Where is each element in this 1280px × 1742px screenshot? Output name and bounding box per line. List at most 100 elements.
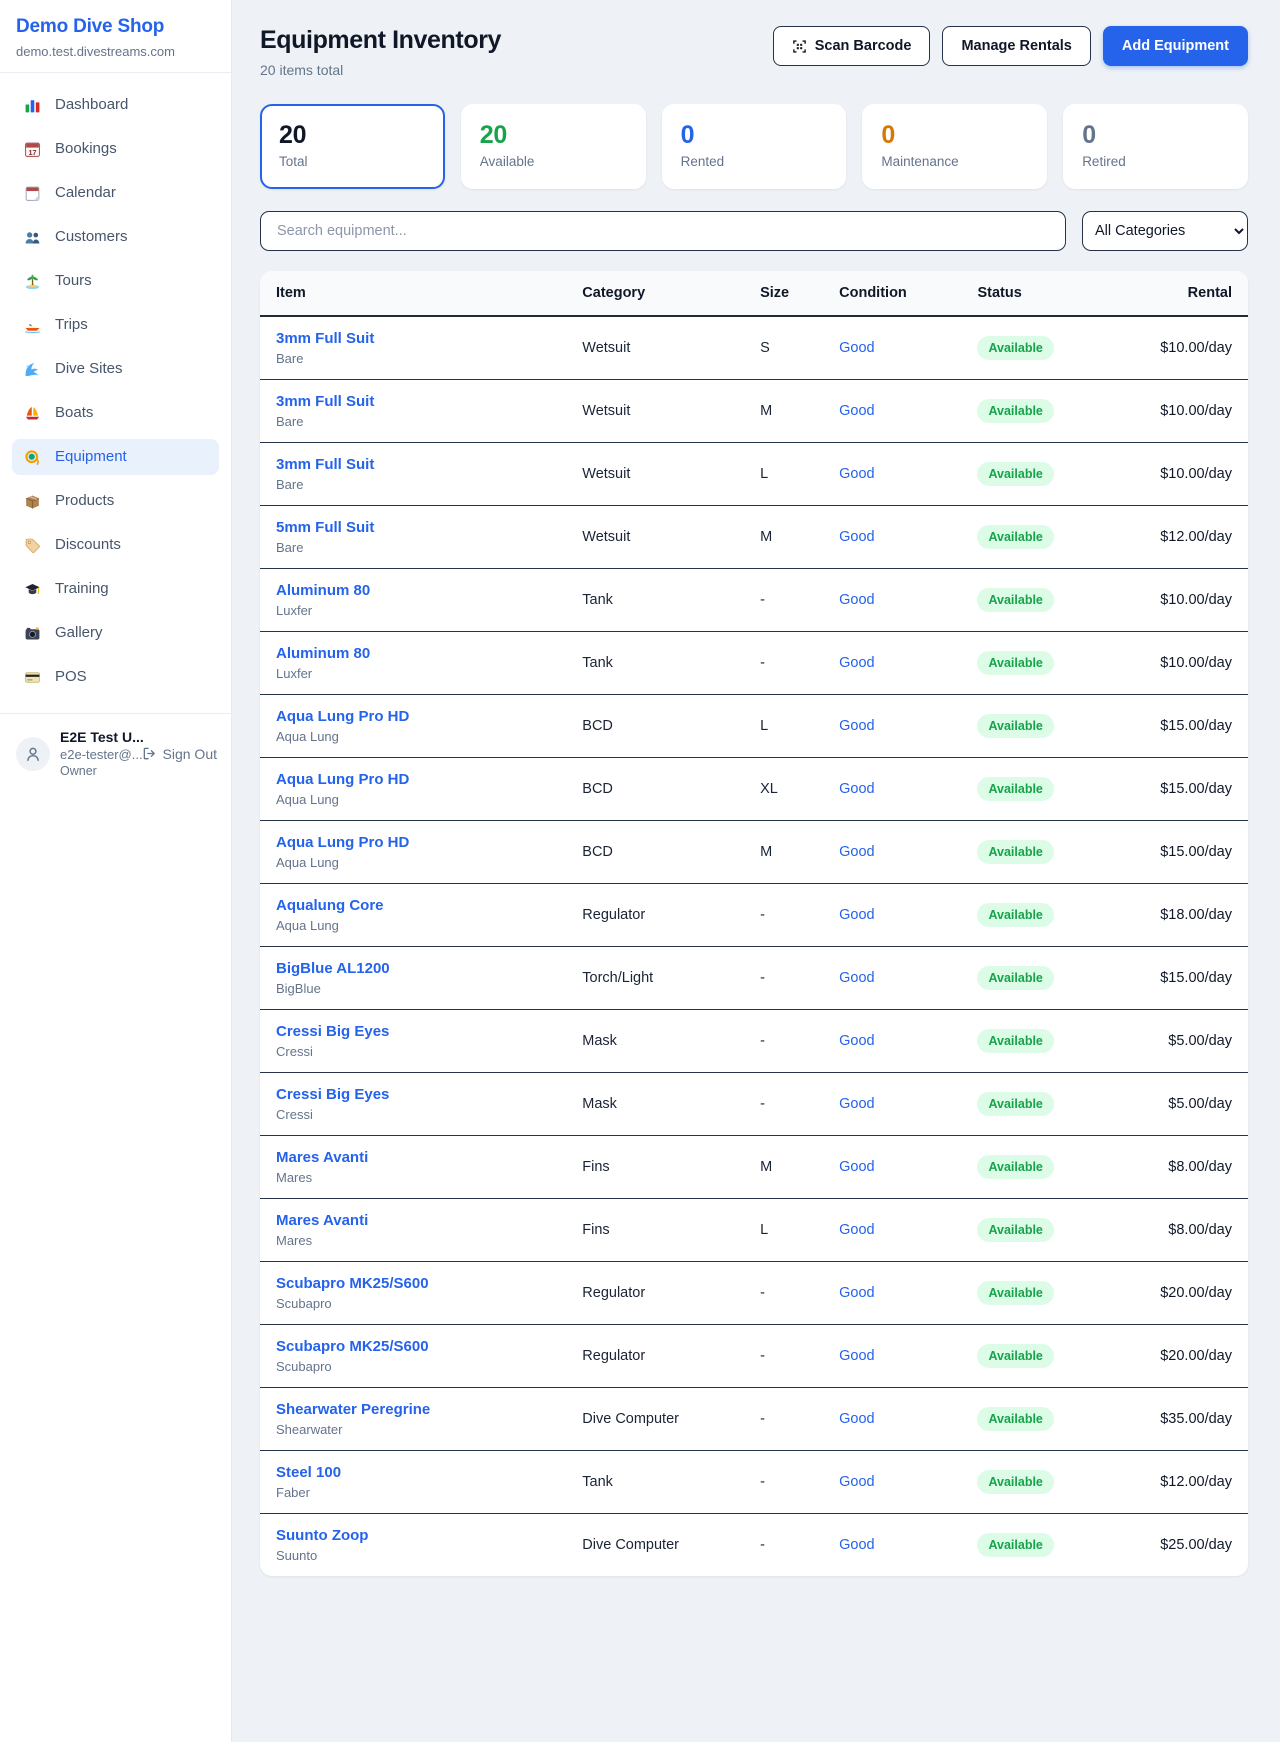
condition-link[interactable]: Good: [839, 1033, 874, 1049]
brand-title[interactable]: Demo Dive Shop: [16, 16, 213, 38]
condition-link[interactable]: Good: [839, 1537, 874, 1553]
status-badge: Available: [977, 399, 1053, 423]
search-input[interactable]: [260, 211, 1066, 251]
table-row[interactable]: 3mm Full Suit Bare Wetsuit S Good Availa…: [260, 316, 1248, 380]
condition-link[interactable]: Good: [839, 1159, 874, 1175]
item-name-link[interactable]: Aqua Lung Pro HD: [276, 708, 550, 725]
avatar: [16, 737, 50, 771]
item-name-link[interactable]: Cressi Big Eyes: [276, 1023, 550, 1040]
stat-card-retired[interactable]: 0 Retired: [1063, 104, 1248, 189]
item-brand: Shearwater: [276, 1422, 550, 1437]
sidebar-item-gallery[interactable]: Gallery: [12, 615, 219, 651]
sidebar-item-boats[interactable]: Boats: [12, 395, 219, 431]
rental-price: $15.00/day: [1110, 821, 1248, 884]
condition-link[interactable]: Good: [839, 592, 874, 608]
condition-link[interactable]: Good: [839, 970, 874, 986]
table-row[interactable]: 3mm Full Suit Bare Wetsuit M Good Availa…: [260, 380, 1248, 443]
item-name-link[interactable]: BigBlue AL1200: [276, 960, 550, 977]
item-size: S: [744, 316, 823, 380]
table-row[interactable]: Aluminum 80 Luxfer Tank - Good Available…: [260, 632, 1248, 695]
table-body: 3mm Full Suit Bare Wetsuit S Good Availa…: [260, 316, 1248, 1576]
item-name-link[interactable]: Scubapro MK25/S600: [276, 1338, 550, 1355]
stat-card-rented[interactable]: 0 Rented: [662, 104, 847, 189]
item-name-link[interactable]: Shearwater Peregrine: [276, 1401, 550, 1418]
table-row[interactable]: Cressi Big Eyes Cressi Mask - Good Avail…: [260, 1010, 1248, 1073]
sidebar-item-dive-sites[interactable]: Dive Sites: [12, 351, 219, 387]
stat-card-maintenance[interactable]: 0 Maintenance: [862, 104, 1047, 189]
condition-link[interactable]: Good: [839, 655, 874, 671]
sign-out-label: Sign Out: [163, 746, 217, 762]
condition-link[interactable]: Good: [839, 781, 874, 797]
table-row[interactable]: Steel 100 Faber Tank - Good Available $1…: [260, 1451, 1248, 1514]
condition-link[interactable]: Good: [839, 1411, 874, 1427]
condition-link[interactable]: Good: [839, 466, 874, 482]
condition-link[interactable]: Good: [839, 1474, 874, 1490]
item-name-link[interactable]: Cressi Big Eyes: [276, 1086, 550, 1103]
item-name-link[interactable]: Mares Avanti: [276, 1149, 550, 1166]
sidebar-item-dashboard[interactable]: Dashboard: [12, 87, 219, 123]
table-row[interactable]: Aqua Lung Pro HD Aqua Lung BCD M Good Av…: [260, 821, 1248, 884]
item-name-link[interactable]: Steel 100: [276, 1464, 550, 1481]
condition-link[interactable]: Good: [839, 907, 874, 923]
item-size: -: [744, 1388, 823, 1451]
item-name-link[interactable]: 5mm Full Suit: [276, 519, 550, 536]
sidebar-item-customers[interactable]: Customers: [12, 219, 219, 255]
sidebar-item-bookings[interactable]: 17 Bookings: [12, 131, 219, 167]
status-badge: Available: [977, 840, 1053, 864]
table-row[interactable]: Aqua Lung Pro HD Aqua Lung BCD XL Good A…: [260, 758, 1248, 821]
sidebar-item-pos[interactable]: POS: [12, 659, 219, 695]
table-row[interactable]: Mares Avanti Mares Fins L Good Available…: [260, 1199, 1248, 1262]
item-name-link[interactable]: Aqua Lung Pro HD: [276, 834, 550, 851]
table-row[interactable]: Mares Avanti Mares Fins M Good Available…: [260, 1136, 1248, 1199]
item-name-link[interactable]: 3mm Full Suit: [276, 330, 550, 347]
item-name-link[interactable]: Aluminum 80: [276, 645, 550, 662]
condition-link[interactable]: Good: [839, 1096, 874, 1112]
item-name-link[interactable]: Aluminum 80: [276, 582, 550, 599]
item-name-link[interactable]: Suunto Zoop: [276, 1527, 550, 1544]
table-row[interactable]: Aluminum 80 Luxfer Tank - Good Available…: [260, 569, 1248, 632]
table-row[interactable]: Aqualung Core Aqua Lung Regulator - Good…: [260, 884, 1248, 947]
condition-link[interactable]: Good: [839, 529, 874, 545]
add-equipment-button[interactable]: Add Equipment: [1103, 26, 1248, 66]
sign-out-button[interactable]: Sign Out: [140, 744, 219, 764]
table-row[interactable]: Shearwater Peregrine Shearwater Dive Com…: [260, 1388, 1248, 1451]
item-name-link[interactable]: Aqualung Core: [276, 897, 550, 914]
gallery-icon: [23, 625, 41, 642]
table-row[interactable]: BigBlue AL1200 BigBlue Torch/Light - Goo…: [260, 947, 1248, 1010]
stat-card-total[interactable]: 20 Total: [260, 104, 445, 189]
sidebar-item-training[interactable]: Training: [12, 571, 219, 607]
item-brand: Bare: [276, 414, 550, 429]
column-header-size: Size: [744, 271, 823, 316]
status-badge: Available: [977, 1281, 1053, 1305]
category-filter-select[interactable]: All Categories: [1082, 211, 1248, 251]
condition-link[interactable]: Good: [839, 1222, 874, 1238]
condition-link[interactable]: Good: [839, 1285, 874, 1301]
stat-label: Total: [279, 154, 426, 169]
condition-link[interactable]: Good: [839, 340, 874, 356]
sidebar-item-discounts[interactable]: Discounts: [12, 527, 219, 563]
condition-link[interactable]: Good: [839, 1348, 874, 1364]
table-row[interactable]: 3mm Full Suit Bare Wetsuit L Good Availa…: [260, 443, 1248, 506]
item-name-link[interactable]: 3mm Full Suit: [276, 456, 550, 473]
item-name-link[interactable]: Scubapro MK25/S600: [276, 1275, 550, 1292]
condition-link[interactable]: Good: [839, 403, 874, 419]
item-name-link[interactable]: Aqua Lung Pro HD: [276, 771, 550, 788]
scan-barcode-button[interactable]: Scan Barcode: [773, 26, 931, 66]
stat-card-available[interactable]: 20 Available: [461, 104, 646, 189]
sidebar-item-trips[interactable]: Trips: [12, 307, 219, 343]
table-row[interactable]: 5mm Full Suit Bare Wetsuit M Good Availa…: [260, 506, 1248, 569]
item-name-link[interactable]: 3mm Full Suit: [276, 393, 550, 410]
table-row[interactable]: Suunto Zoop Suunto Dive Computer - Good …: [260, 1514, 1248, 1577]
sidebar-item-products[interactable]: Products: [12, 483, 219, 519]
sidebar-item-calendar[interactable]: Calendar: [12, 175, 219, 211]
condition-link[interactable]: Good: [839, 718, 874, 734]
sidebar-item-equipment[interactable]: Equipment: [12, 439, 219, 475]
table-row[interactable]: Aqua Lung Pro HD Aqua Lung BCD L Good Av…: [260, 695, 1248, 758]
table-row[interactable]: Scubapro MK25/S600 Scubapro Regulator - …: [260, 1325, 1248, 1388]
item-name-link[interactable]: Mares Avanti: [276, 1212, 550, 1229]
manage-rentals-button[interactable]: Manage Rentals: [942, 26, 1090, 66]
table-row[interactable]: Scubapro MK25/S600 Scubapro Regulator - …: [260, 1262, 1248, 1325]
sidebar-item-tours[interactable]: Tours: [12, 263, 219, 299]
table-row[interactable]: Cressi Big Eyes Cressi Mask - Good Avail…: [260, 1073, 1248, 1136]
condition-link[interactable]: Good: [839, 844, 874, 860]
